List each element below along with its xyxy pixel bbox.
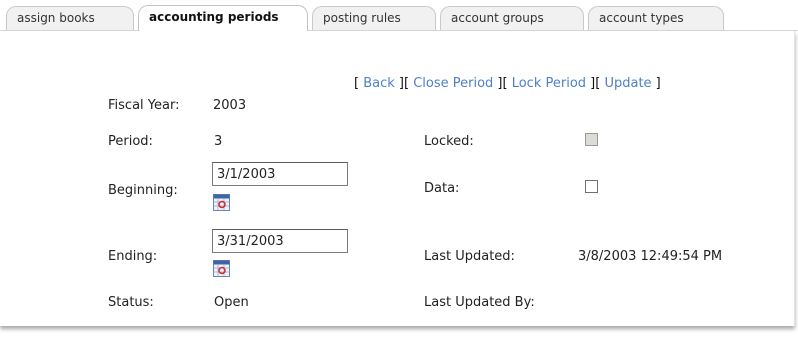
tab-account-types[interactable]: account types bbox=[588, 6, 724, 30]
status-value: Open bbox=[214, 295, 249, 310]
bracket: ][ bbox=[493, 76, 512, 91]
fiscal-year-value: 2003 bbox=[213, 98, 247, 113]
tab-accounting-periods[interactable]: accounting periods bbox=[138, 5, 308, 31]
back-link[interactable]: Back bbox=[363, 76, 395, 91]
bracket: ][ bbox=[394, 76, 414, 91]
period-value: 3 bbox=[214, 134, 223, 149]
tab-assign-books[interactable]: assign books bbox=[6, 6, 134, 30]
tab-posting-rules[interactable]: posting rules bbox=[312, 6, 436, 30]
last-updated-by-label: Last Updated By: bbox=[424, 295, 535, 310]
last-updated-value: 3/8/2003 12:49:54 PM bbox=[578, 249, 723, 264]
data-label: Data: bbox=[424, 181, 460, 196]
ending-date-input[interactable] bbox=[212, 229, 348, 253]
tab-bar: assign books accounting periods posting … bbox=[0, 0, 798, 31]
fiscal-year-label: Fiscal Year: bbox=[108, 98, 180, 113]
lock-period-link[interactable]: Lock Period bbox=[512, 76, 586, 91]
data-checkbox[interactable] bbox=[585, 180, 598, 193]
update-link[interactable]: Update bbox=[604, 76, 651, 91]
beginning-label: Beginning: bbox=[108, 183, 178, 198]
ending-label: Ending: bbox=[108, 249, 158, 264]
calendar-icon[interactable] bbox=[213, 194, 230, 211]
period-label: Period: bbox=[108, 134, 153, 149]
bracket: [ bbox=[354, 76, 364, 91]
close-period-link[interactable]: Close Period bbox=[413, 76, 493, 91]
bracket: ][ bbox=[586, 76, 605, 91]
action-links: [ Back ][ Close Period ][ Lock Period ][… bbox=[354, 76, 661, 91]
tab-account-groups[interactable]: account groups bbox=[440, 6, 584, 30]
calendar-icon[interactable] bbox=[213, 260, 230, 277]
locked-label: Locked: bbox=[424, 134, 474, 149]
locked-checkbox[interactable] bbox=[585, 133, 598, 146]
last-updated-label: Last Updated: bbox=[424, 249, 515, 264]
beginning-date-input[interactable] bbox=[212, 162, 348, 186]
status-label: Status: bbox=[108, 295, 154, 310]
bracket: ] bbox=[651, 76, 661, 91]
